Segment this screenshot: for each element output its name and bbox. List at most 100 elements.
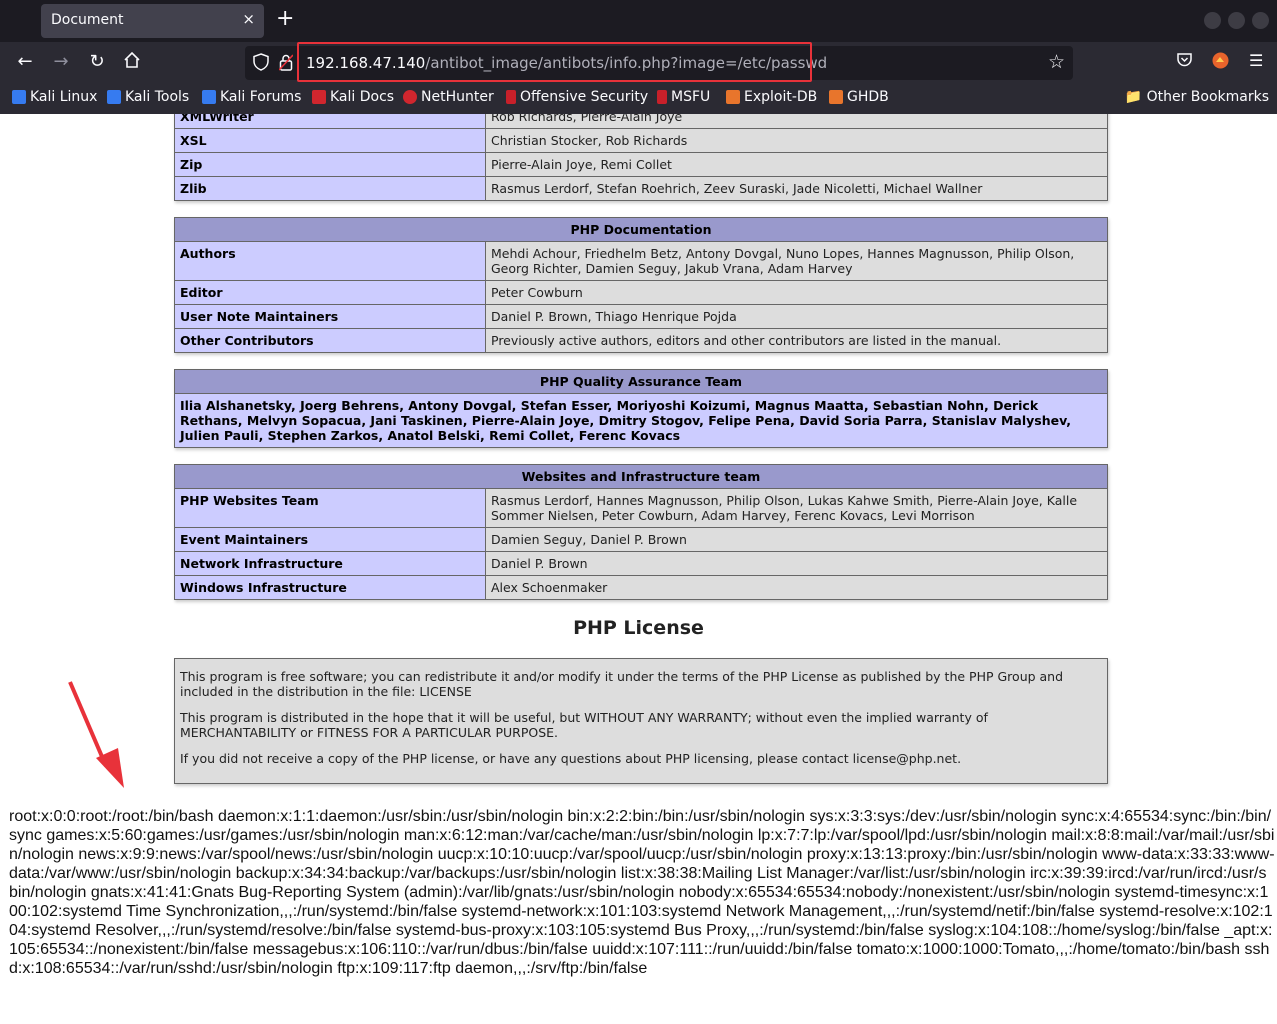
websites-team-table: Websites and Infrastructure team PHP Web… [174,464,1108,600]
extension-icon[interactable] [1211,51,1230,74]
bookmark-kali-tools[interactable]: Kali Tools [107,89,189,105]
bookmark-offensive-security[interactable]: Offensive Security [506,89,648,105]
table-row: Ilia Alshanetsky, Joerg Behrens, Antony … [174,393,1108,448]
menu-icon[interactable]: ☰ [1249,51,1263,70]
maximize-button[interactable] [1228,12,1245,29]
row-label: Event Maintainers [174,527,486,552]
kali-icon [107,90,121,104]
table-header: PHP Documentation [174,217,1108,242]
row-value: Alex Schoenmaker [485,575,1108,600]
table-header: PHP Quality Assurance Team [174,369,1108,394]
table-row: Windows Infrastructure Alex Schoenmaker [174,575,1108,600]
license-paragraph: This program is free software; you can r… [180,669,1064,699]
table-row: XMLWriter Rob Richards, Pierre-Alain Joye [174,114,1108,129]
row-label: XMLWriter [174,114,486,129]
close-tab-icon[interactable]: × [242,10,255,28]
close-window-button[interactable] [1252,12,1269,29]
row-label: Other Contributors [174,328,486,353]
row-value: Pierre-Alain Joye, Remi Collet [485,152,1108,177]
table-row: Authors Mehdi Achour, Friedhelm Betz, Ant… [174,241,1108,281]
row-label: Editor [174,280,486,305]
address-bar[interactable]: 192.168.47.140/antibot_image/antibots/in… [245,46,1073,80]
row-value: Daniel P. Brown, Thiago Henrique Pojda [485,304,1108,329]
bookmark-star-icon[interactable]: ☆ [1048,51,1065,73]
php-documentation-table: PHP Documentation Authors Mehdi Achour, F… [174,217,1108,353]
insecure-lock-icon[interactable] [279,54,293,71]
bookmark-kali-linux[interactable]: Kali Linux [12,89,97,105]
bookmark-label: Offensive Security [520,89,649,105]
qa-team-members: Ilia Alshanetsky, Joerg Behrens, Antony … [174,393,1108,448]
row-value: Christian Stocker, Rob Richards [485,128,1108,153]
other-bookmarks[interactable]: 📁 Other Bookmarks [1125,89,1269,105]
row-label: Zlib [174,176,486,201]
row-value: Mehdi Achour, Friedhelm Betz, Antony Dov… [485,241,1108,281]
tab-bar: Document × + [0,0,1277,42]
url-text[interactable]: 192.168.47.140/antibot_image/antibots/in… [306,54,827,72]
bookmark-label: Kali Forums [220,89,302,105]
row-value: Rob Richards, Pierre-Alain Joye [485,114,1108,129]
navigation-toolbar: ← → ↻ 192.168.47.140/antibot_image/antib… [0,42,1277,84]
bookmark-nethunter[interactable]: NetHunter [403,89,494,105]
license-paragraph: This program is distributed in the hope … [180,710,988,740]
qa-team-table: PHP Quality Assurance Team Ilia Alshanet… [174,369,1108,448]
bookmark-label: MSFU [671,89,711,105]
offsec-icon [657,90,667,104]
bookmark-label: NetHunter [421,89,494,105]
credits-table-top: XMLWriter Rob Richards, Pierre-Alain Joye… [174,114,1108,201]
table-row: User Note Maintainers Daniel P. Brown, Th… [174,304,1108,329]
bookmark-kali-forums[interactable]: Kali Forums [202,89,301,105]
kali-docs-icon [312,90,326,104]
row-label: User Note Maintainers [174,304,486,329]
bookmark-label: Kali Tools [125,89,190,105]
passwd-file-output: root:x:0:0:root:/root:/bin/bash daemon:x… [9,808,1275,977]
row-label: Zip [174,152,486,177]
new-tab-button[interactable]: + [276,7,294,31]
bookmark-label: Exploit-DB [744,89,818,105]
row-value: Rasmus Lerdorf, Hannes Magnusson, Philip… [485,488,1108,528]
table-row: Editor Peter Cowburn [174,280,1108,305]
active-tab[interactable]: Document × [41,4,264,38]
row-label: Authors [174,241,486,281]
tab-title: Document [51,12,124,28]
bookmark-msfu[interactable]: MSFU [657,89,710,105]
kali-icon [202,90,216,104]
row-value: Damien Seguy, Daniel P. Brown [485,527,1108,552]
ghdb-icon [829,90,843,104]
table-row: Zip Pierre-Alain Joye, Remi Collet [174,152,1108,177]
bookmark-exploit-db[interactable]: Exploit-DB [726,89,817,105]
row-label: Windows Infrastructure [174,575,486,600]
bookmark-kali-docs[interactable]: Kali Docs [312,89,394,105]
table-row: Network Infrastructure Daniel P. Brown [174,551,1108,576]
table-row: PHP Websites Team Rasmus Lerdorf, Hannes … [174,488,1108,528]
offsec-icon [506,90,516,104]
row-value: Peter Cowburn [485,280,1108,305]
bookmark-label: GHDB [847,89,889,105]
tracking-protection-shield-icon[interactable] [253,53,269,71]
nethunter-icon [403,90,417,104]
minimize-button[interactable] [1204,12,1221,29]
home-icon[interactable] [120,51,144,75]
license-box: This program is free software; you can r… [174,658,1108,784]
exploit-db-icon [726,90,740,104]
back-icon[interactable]: ← [13,51,37,73]
kali-icon [12,90,26,104]
bookmarks-toolbar: Kali Linux Kali Tools Kali Forums Kali D… [0,84,1277,114]
bookmark-label: Kali Docs [330,89,395,105]
pocket-icon[interactable] [1176,51,1193,72]
license-paragraph: If you did not receive a copy of the PHP… [180,751,962,766]
folder-icon: 📁 [1124,89,1143,105]
table-row: Zlib Rasmus Lerdorf, Stefan Roehrich, Zee… [174,176,1108,201]
row-value: Daniel P. Brown [485,551,1108,576]
table-row: Event Maintainers Damien Seguy, Daniel P.… [174,527,1108,552]
row-label: XSL [174,128,486,153]
reload-icon[interactable]: ↻ [85,51,109,73]
red-arrow-annotation [68,681,124,788]
row-label: Network Infrastructure [174,551,486,576]
bookmark-ghdb[interactable]: GHDB [829,89,889,105]
other-bookmarks-label: Other Bookmarks [1146,89,1269,105]
forward-icon[interactable]: → [49,51,73,73]
bookmark-label: Kali Linux [30,89,98,105]
row-value: Rasmus Lerdorf, Stefan Roehrich, Zeev Su… [485,176,1108,201]
row-value: Previously active authors, editors and o… [485,328,1108,353]
url-host: 192.168.47.140 [306,54,426,72]
